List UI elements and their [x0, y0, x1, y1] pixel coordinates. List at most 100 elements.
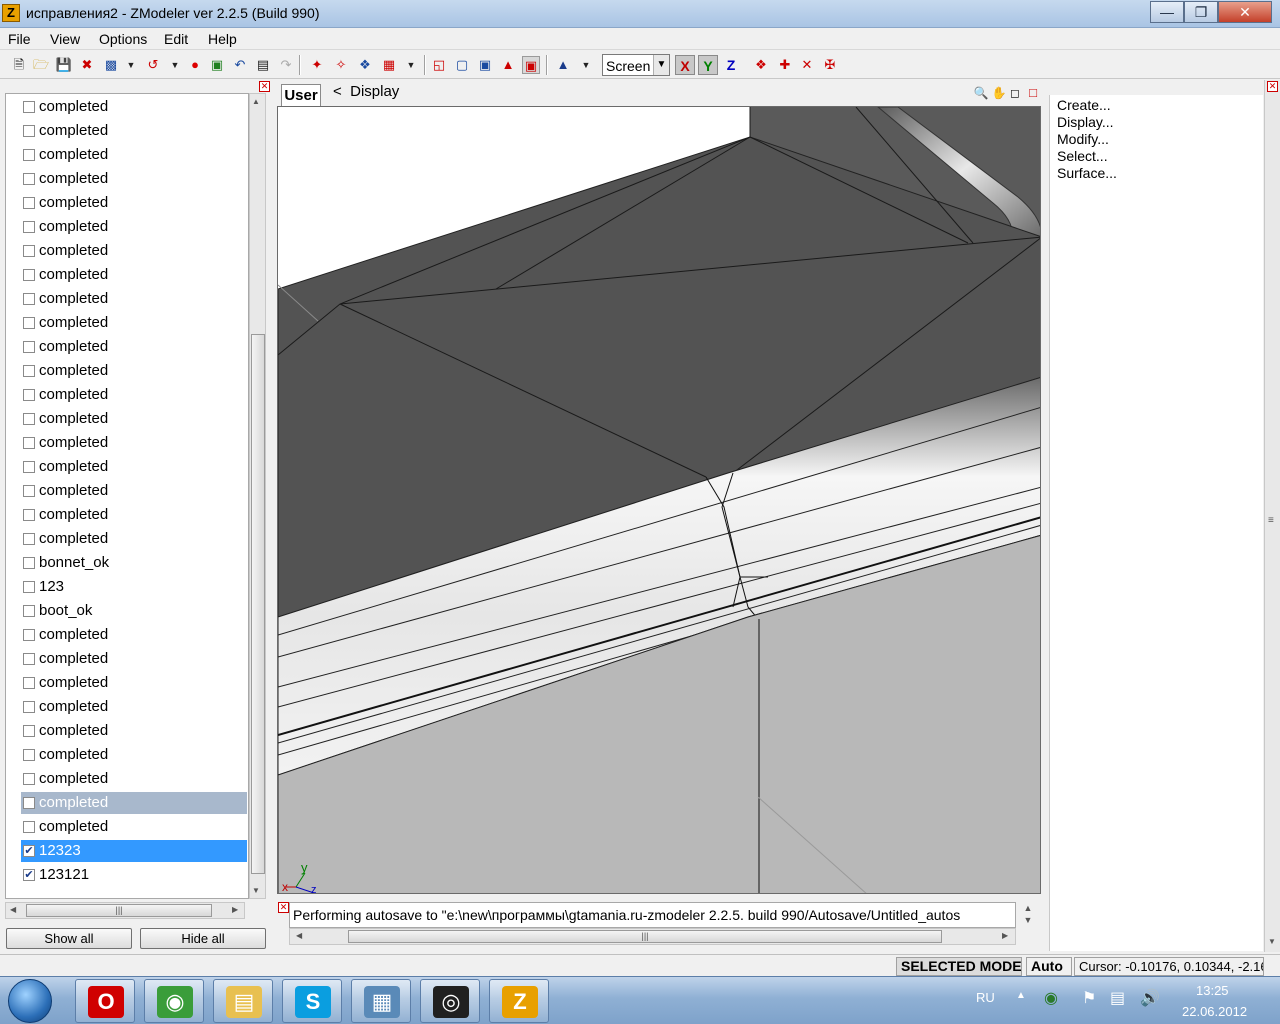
list-item[interactable]: completed: [21, 672, 247, 694]
list-item[interactable]: completed: [21, 768, 247, 790]
list-item[interactable]: completed: [21, 624, 247, 646]
visibility-checkbox[interactable]: [23, 677, 35, 689]
list-item[interactable]: bonnet_ok: [21, 552, 247, 574]
list-item[interactable]: 123: [21, 576, 247, 598]
menu-edit[interactable]: Edit: [164, 31, 188, 47]
redo-icon[interactable]: ↷: [277, 56, 295, 74]
menu-view[interactable]: View: [50, 31, 80, 47]
command-display[interactable]: Display...: [1057, 114, 1114, 130]
list-item[interactable]: completed: [21, 432, 247, 454]
texture-icon[interactable]: ▣: [208, 56, 226, 74]
visibility-checkbox[interactable]: [23, 269, 35, 281]
select-object-icon[interactable]: ❖: [356, 56, 374, 74]
menu-options[interactable]: Options: [99, 31, 147, 47]
save-icon[interactable]: 💾: [55, 56, 73, 74]
visibility-checkbox[interactable]: ✔: [23, 869, 35, 881]
dropdown-arrow-icon[interactable]: ▼: [577, 56, 595, 74]
taskbar-app-zmodeler[interactable]: Z: [489, 979, 549, 1023]
undo-history-icon[interactable]: ↺: [144, 56, 162, 74]
list-item[interactable]: completed: [21, 144, 247, 166]
move-axis-icon[interactable]: ✚: [776, 56, 794, 74]
command-select[interactable]: Select...: [1057, 148, 1108, 164]
visibility-checkbox[interactable]: [23, 437, 35, 449]
list-item[interactable]: boot_ok: [21, 600, 247, 622]
list-item[interactable]: completed: [21, 408, 247, 430]
face-mode-icon[interactable]: ▣: [476, 56, 494, 74]
scroll-thumb[interactable]: |||: [348, 930, 942, 943]
3d-viewport[interactable]: y x z: [277, 106, 1041, 894]
scroll-left-icon[interactable]: ◀: [10, 905, 16, 914]
visibility-checkbox[interactable]: [23, 773, 35, 785]
axis-x-toggle[interactable]: X: [675, 55, 695, 75]
dropdown-arrow-icon[interactable]: ▼: [166, 56, 184, 74]
list-item[interactable]: completed: [21, 744, 247, 766]
list-item[interactable]: completed: [21, 264, 247, 286]
fit-view-icon[interactable]: ◻: [1006, 84, 1024, 102]
list-item[interactable]: completed: [21, 288, 247, 310]
object-list-vscroll[interactable]: ▲ ▼: [249, 93, 266, 899]
display-breadcrumb[interactable]: < Display: [333, 83, 399, 100]
coordinate-system-select[interactable]: Screen ▼: [602, 54, 670, 76]
visibility-checkbox[interactable]: [23, 197, 35, 209]
network-globe-icon[interactable]: ◉: [1044, 988, 1058, 1008]
list-item[interactable]: completed: [21, 240, 247, 262]
select-vertex-icon[interactable]: ✦: [308, 56, 326, 74]
scroll-up-icon[interactable]: ▲: [252, 97, 260, 106]
delete-icon[interactable]: ✖: [78, 56, 96, 74]
network-icon[interactable]: ▤: [1110, 988, 1125, 1008]
visibility-checkbox[interactable]: [23, 365, 35, 377]
object-list-hscroll[interactable]: ◀ ||| ▶: [5, 902, 245, 919]
scroll-grip-icon[interactable]: ≡: [1268, 515, 1274, 526]
box-mode-icon[interactable]: ▣: [522, 56, 540, 74]
scroll-down-icon[interactable]: ▼: [1268, 937, 1276, 946]
zoom-icon[interactable]: 🔍: [972, 84, 990, 102]
rotate-axis-icon[interactable]: ✕: [798, 56, 816, 74]
list-item[interactable]: ✔ 123121: [21, 864, 247, 886]
list-item[interactable]: completed: [21, 168, 247, 190]
list-item[interactable]: completed: [21, 96, 247, 118]
visibility-checkbox[interactable]: [23, 317, 35, 329]
taskbar-app-explorer[interactable]: ▤: [213, 979, 273, 1023]
dropdown-arrow-icon[interactable]: ▼: [122, 56, 140, 74]
visibility-checkbox[interactable]: [23, 629, 35, 641]
visibility-checkbox[interactable]: [23, 581, 35, 593]
list-item[interactable]: completed: [21, 720, 247, 742]
visibility-checkbox[interactable]: [23, 413, 35, 425]
taskbar-app-3ds-max[interactable]: ◎: [420, 979, 480, 1023]
object-mode-icon[interactable]: ▲: [499, 56, 517, 74]
tray-expand-icon[interactable]: ▲: [1016, 990, 1026, 1001]
flag-icon[interactable]: ⚑: [1082, 988, 1096, 1008]
scroll-down-icon[interactable]: ▼: [252, 886, 260, 895]
list-item[interactable]: completed: [21, 696, 247, 718]
tab-user-view[interactable]: User: [281, 84, 321, 106]
list-item[interactable]: completed: [21, 336, 247, 358]
auto-indicator[interactable]: Auto: [1026, 957, 1072, 976]
scale-axis-icon[interactable]: ✠: [821, 56, 839, 74]
log-hscroll[interactable]: ◀ ||| ▶: [289, 928, 1016, 945]
list-item[interactable]: completed: [21, 120, 247, 142]
clock-date[interactable]: 22.06.2012: [1182, 1004, 1247, 1019]
import-icon[interactable]: ▩: [102, 56, 120, 74]
visibility-checkbox[interactable]: [23, 701, 35, 713]
select-edge-icon[interactable]: ✧: [332, 56, 350, 74]
minimize-button[interactable]: —: [1150, 1, 1184, 23]
volume-icon[interactable]: 🔊: [1140, 988, 1160, 1008]
notes-icon[interactable]: ▤: [254, 56, 272, 74]
visibility-checkbox[interactable]: [23, 821, 35, 833]
list-item[interactable]: ✔ 12323: [21, 840, 247, 862]
zmodeler-app-icon[interactable]: Z: [2, 4, 20, 22]
windows-start-button[interactable]: [8, 979, 52, 1023]
list-item[interactable]: completed: [21, 312, 247, 334]
visibility-checkbox[interactable]: [23, 749, 35, 761]
close-log-icon[interactable]: ✕: [278, 902, 289, 913]
taskbar-app-skype[interactable]: S: [282, 979, 342, 1023]
visibility-checkbox[interactable]: [23, 245, 35, 257]
hide-all-button[interactable]: Hide all: [140, 928, 266, 949]
list-item[interactable]: completed: [21, 384, 247, 406]
list-item[interactable]: completed: [21, 504, 247, 526]
visibility-checkbox[interactable]: [23, 557, 35, 569]
command-surface[interactable]: Surface...: [1057, 165, 1117, 181]
pivot-icon[interactable]: ▲: [554, 56, 572, 74]
record-icon[interactable]: ●: [186, 56, 204, 74]
new-file-icon[interactable]: 🗎: [10, 56, 28, 74]
